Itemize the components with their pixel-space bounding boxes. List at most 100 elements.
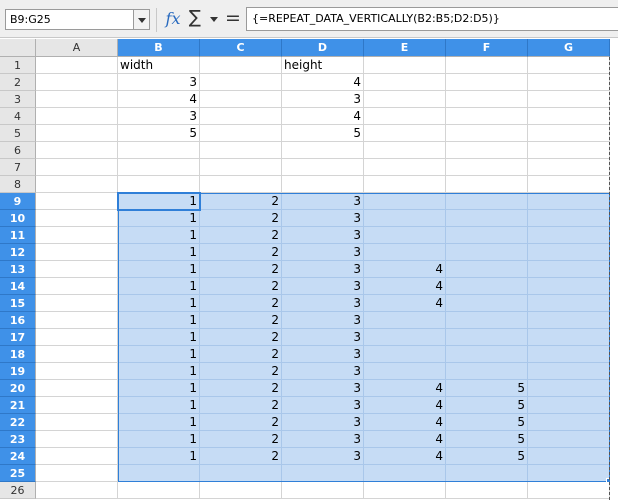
cell-c18[interactable]: 2 xyxy=(200,346,282,363)
cell-d14[interactable]: 3 xyxy=(282,278,364,295)
cell-c4[interactable] xyxy=(200,108,282,125)
cell-e23[interactable]: 4 xyxy=(364,431,446,448)
cell-a25[interactable] xyxy=(36,465,118,482)
cell-g17[interactable] xyxy=(528,329,610,346)
cell-c9[interactable]: 2 xyxy=(200,193,282,210)
cell-d21[interactable]: 3 xyxy=(282,397,364,414)
cell-c15[interactable]: 2 xyxy=(200,295,282,312)
cell-b1[interactable]: width xyxy=(118,57,200,74)
cell-e25[interactable] xyxy=(364,465,446,482)
cell-g21[interactable] xyxy=(528,397,610,414)
cell-d24[interactable]: 3 xyxy=(282,448,364,465)
cell-f16[interactable] xyxy=(446,312,528,329)
row-header-24[interactable]: 24 xyxy=(0,448,36,465)
cell-e20[interactable]: 4 xyxy=(364,380,446,397)
row-header-23[interactable]: 23 xyxy=(0,431,36,448)
cell-f19[interactable] xyxy=(446,363,528,380)
cell-g7[interactable] xyxy=(528,159,610,176)
cell-a7[interactable] xyxy=(36,159,118,176)
cell-d17[interactable]: 3 xyxy=(282,329,364,346)
cell-d8[interactable] xyxy=(282,176,364,193)
cell-d16[interactable]: 3 xyxy=(282,312,364,329)
column-header-b[interactable]: B xyxy=(118,39,200,57)
cell-d23[interactable]: 3 xyxy=(282,431,364,448)
cell-b26[interactable] xyxy=(118,482,200,499)
cell-e12[interactable] xyxy=(364,244,446,261)
cell-d19[interactable]: 3 xyxy=(282,363,364,380)
cell-a15[interactable] xyxy=(36,295,118,312)
row-header-10[interactable]: 10 xyxy=(0,210,36,227)
cell-f14[interactable] xyxy=(446,278,528,295)
cell-c5[interactable] xyxy=(200,125,282,142)
cell-c14[interactable]: 2 xyxy=(200,278,282,295)
cell-c10[interactable]: 2 xyxy=(200,210,282,227)
cell-f8[interactable] xyxy=(446,176,528,193)
formula-input[interactable]: {=REPEAT_DATA_VERTICALLY(B2:B5;D2:D5)} xyxy=(246,7,618,31)
cell-b19[interactable]: 1 xyxy=(118,363,200,380)
cell-b5[interactable]: 5 xyxy=(118,125,200,142)
cell-g11[interactable] xyxy=(528,227,610,244)
cell-c24[interactable]: 2 xyxy=(200,448,282,465)
cell-d3[interactable]: 3 xyxy=(282,91,364,108)
cell-e17[interactable] xyxy=(364,329,446,346)
cell-a13[interactable] xyxy=(36,261,118,278)
cell-e4[interactable] xyxy=(364,108,446,125)
cell-a8[interactable] xyxy=(36,176,118,193)
cell-g10[interactable] xyxy=(528,210,610,227)
cell-f6[interactable] xyxy=(446,142,528,159)
cell-c26[interactable] xyxy=(200,482,282,499)
cell-b4[interactable]: 3 xyxy=(118,108,200,125)
cell-g25[interactable] xyxy=(528,465,610,482)
column-header-f[interactable]: F xyxy=(446,39,528,57)
cell-b13[interactable]: 1 xyxy=(118,261,200,278)
cell-b8[interactable] xyxy=(118,176,200,193)
cell-f26[interactable] xyxy=(446,482,528,499)
cell-a9[interactable] xyxy=(36,193,118,210)
column-header-e[interactable]: E xyxy=(364,39,446,57)
cell-c16[interactable]: 2 xyxy=(200,312,282,329)
cell-g4[interactable] xyxy=(528,108,610,125)
cell-f2[interactable] xyxy=(446,74,528,91)
cell-g22[interactable] xyxy=(528,414,610,431)
row-header-26[interactable]: 26 xyxy=(0,482,36,499)
cell-f15[interactable] xyxy=(446,295,528,312)
column-header-a[interactable]: A xyxy=(36,39,118,57)
cell-a11[interactable] xyxy=(36,227,118,244)
cell-b17[interactable]: 1 xyxy=(118,329,200,346)
cell-f24[interactable]: 5 xyxy=(446,448,528,465)
cell-g20[interactable] xyxy=(528,380,610,397)
cell-g8[interactable] xyxy=(528,176,610,193)
cell-b22[interactable]: 1 xyxy=(118,414,200,431)
cell-d13[interactable]: 3 xyxy=(282,261,364,278)
cell-b9[interactable]: 1 xyxy=(118,193,200,210)
cell-e13[interactable]: 4 xyxy=(364,261,446,278)
cell-e22[interactable]: 4 xyxy=(364,414,446,431)
row-header-1[interactable]: 1 xyxy=(0,57,36,74)
cell-b3[interactable]: 4 xyxy=(118,91,200,108)
row-header-9[interactable]: 9 xyxy=(0,193,36,210)
row-header-4[interactable]: 4 xyxy=(0,108,36,125)
cell-c22[interactable]: 2 xyxy=(200,414,282,431)
cell-a12[interactable] xyxy=(36,244,118,261)
cell-g26[interactable] xyxy=(528,482,610,499)
function-wizard-icon[interactable]: fx xyxy=(163,8,183,30)
cell-c8[interactable] xyxy=(200,176,282,193)
cell-a21[interactable] xyxy=(36,397,118,414)
cell-a1[interactable] xyxy=(36,57,118,74)
cell-g3[interactable] xyxy=(528,91,610,108)
cell-e10[interactable] xyxy=(364,210,446,227)
cell-e5[interactable] xyxy=(364,125,446,142)
cell-c6[interactable] xyxy=(200,142,282,159)
cell-d4[interactable]: 4 xyxy=(282,108,364,125)
cell-g24[interactable] xyxy=(528,448,610,465)
cell-g13[interactable] xyxy=(528,261,610,278)
cell-f11[interactable] xyxy=(446,227,528,244)
cell-b2[interactable]: 3 xyxy=(118,74,200,91)
row-header-13[interactable]: 13 xyxy=(0,261,36,278)
cell-e1[interactable] xyxy=(364,57,446,74)
cell-e6[interactable] xyxy=(364,142,446,159)
cell-d11[interactable]: 3 xyxy=(282,227,364,244)
cell-g15[interactable] xyxy=(528,295,610,312)
cell-c1[interactable] xyxy=(200,57,282,74)
cell-b20[interactable]: 1 xyxy=(118,380,200,397)
